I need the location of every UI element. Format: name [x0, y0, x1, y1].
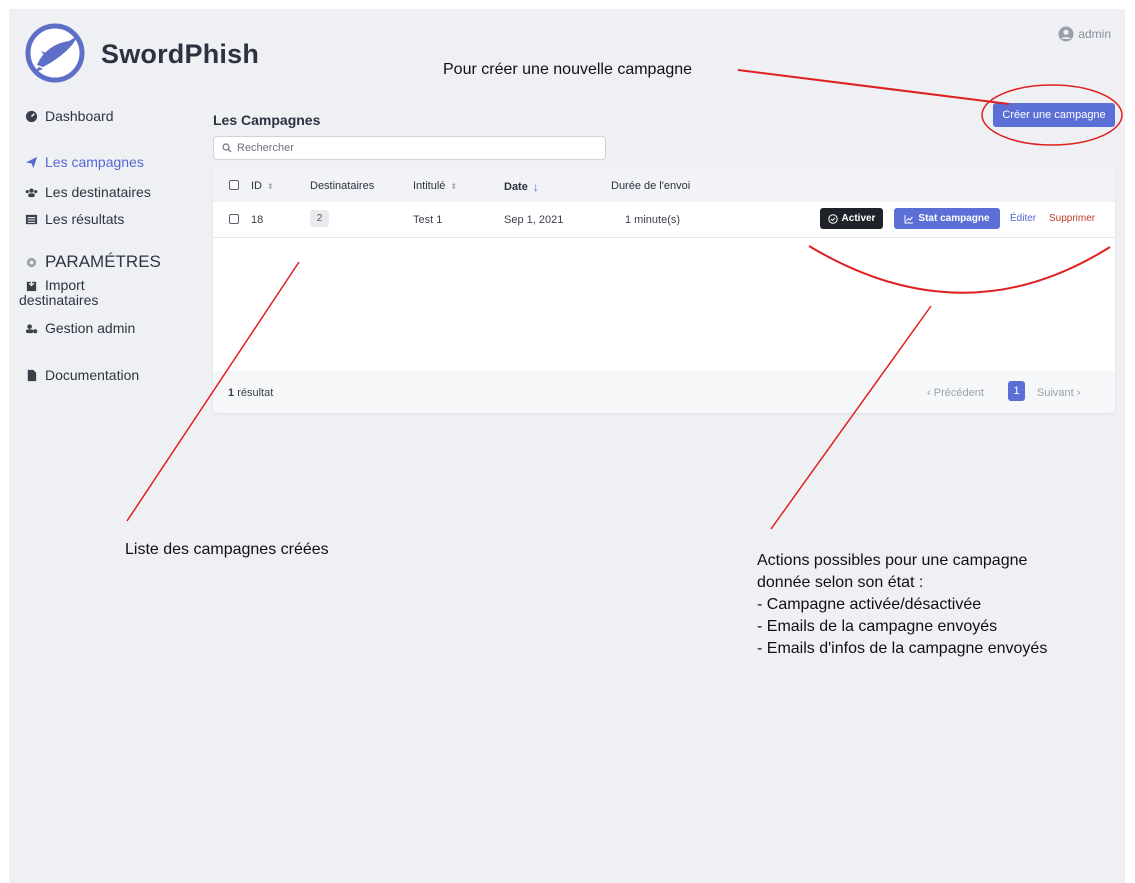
sidebar-item-label: Gestion admin [45, 320, 136, 336]
stats-campaign-button[interactable]: Stat campagne [894, 208, 1000, 229]
cell-intitule: Test 1 [413, 214, 443, 226]
table-icon [25, 214, 38, 224]
sidebar-item-campagnes[interactable]: Les campagnes [25, 154, 144, 170]
sidebar-item-label: Dashboard [45, 108, 114, 124]
sidebar-item-label: Les résultats [45, 211, 125, 227]
cell-duree: 1 minute(s) [625, 214, 681, 226]
sidebar-item-import-line2[interactable]: destinataires [19, 292, 98, 308]
cell-id: 18 [251, 214, 264, 226]
recipients-count-badge: 2 [310, 210, 329, 227]
sidebar-item-import[interactable]: Import [25, 277, 85, 293]
pagination-previous[interactable]: ‹ Précédent [927, 387, 984, 399]
cog-icon [26, 257, 37, 267]
sidebar-item-gestion-admin[interactable]: Gestion admin [25, 320, 135, 336]
sidebar-item-label: destinataires [19, 292, 99, 308]
result-count: 1 résultat [228, 387, 274, 399]
import-icon [26, 279, 37, 292]
user-name: admin [1078, 27, 1111, 41]
sidebar-item-destinataires[interactable]: Les destinataires [25, 184, 151, 200]
create-campaign-button[interactable]: Créer une campagne [993, 103, 1115, 127]
sidebar-item-resultats[interactable]: Les résultats [25, 211, 124, 227]
sidebar-item-dashboard[interactable]: Dashboard [25, 108, 114, 124]
column-header-id[interactable]: ID ⬍ [251, 180, 274, 192]
annotation-create: Pour créer une nouvelle campagne [443, 61, 693, 78]
user-menu[interactable]: admin [1058, 26, 1111, 42]
edit-link[interactable]: Éditer [1010, 213, 1036, 224]
user-circle-icon [1058, 26, 1074, 42]
table-footer: 1 résultat ‹ Précédent 1 Suivant › [213, 371, 1115, 413]
sidebar-item-label: Import [45, 277, 85, 293]
table-header: ID ⬍ Destinataires Intitulé ⬍ Date ↓ Durée … [213, 168, 1115, 202]
users-icon [25, 188, 38, 197]
search-icon [222, 143, 232, 153]
column-header-intitule[interactable]: Intitulé ⬍ [413, 180, 457, 192]
table-row: 18 2 Test 1 Sep 1, 2021 1 minute(s) Acti… [213, 202, 1115, 238]
app-window: SwordPhish admin Dashboard Les campagnes… [9, 9, 1125, 883]
swordfish-logo-icon[interactable] [25, 23, 85, 83]
check-circle-icon [827, 213, 838, 224]
annotation-list: Liste des campagnes créées [125, 541, 329, 558]
search-placeholder: Rechercher [237, 142, 294, 154]
sidebar-section-parametres: PARAMÉTRES [25, 252, 161, 272]
campaigns-table: ID ⬍ Destinataires Intitulé ⬍ Date ↓ Durée … [213, 168, 1115, 413]
sidebar-item-documentation[interactable]: Documentation [25, 367, 139, 383]
dashboard-icon [25, 110, 38, 122]
page-title: Les Campagnes [213, 112, 321, 128]
annotation-actions: Actions possibles pour une campagne donn… [757, 552, 1048, 657]
sidebar-item-label: Les destinataires [45, 184, 151, 200]
cell-date: Sep 1, 2021 [504, 214, 564, 226]
chart-line-icon [904, 214, 914, 223]
sidebar-section-label: PARAMÉTRES [45, 252, 161, 271]
delete-link[interactable]: Supprimer [1049, 213, 1095, 224]
user-cog-icon [25, 323, 38, 333]
pagination-next[interactable]: Suivant › [1037, 387, 1080, 399]
select-all-checkbox[interactable] [229, 180, 239, 190]
search-input[interactable]: Rechercher [213, 136, 606, 160]
create-arrow-line [737, 69, 1010, 105]
sort-icon: ⬍ [450, 181, 458, 191]
sidebar-item-label: Documentation [45, 367, 140, 383]
row-checkbox[interactable] [229, 214, 239, 224]
column-header-duree: Durée de l'envoi [611, 180, 691, 192]
column-header-destinataires: Destinataires [310, 180, 375, 192]
column-header-date[interactable]: Date ↓ [504, 180, 539, 194]
sidebar-item-label: Les campagnes [45, 154, 144, 170]
sort-desc-icon: ↓ [532, 180, 539, 194]
paper-plane-icon [25, 156, 38, 168]
file-icon [27, 369, 37, 381]
brand-name[interactable]: SwordPhish [101, 39, 259, 70]
sort-icon: ⬍ [267, 181, 274, 191]
activate-button[interactable]: Activer [820, 208, 883, 229]
pagination-page-1[interactable]: 1 [1008, 381, 1025, 401]
